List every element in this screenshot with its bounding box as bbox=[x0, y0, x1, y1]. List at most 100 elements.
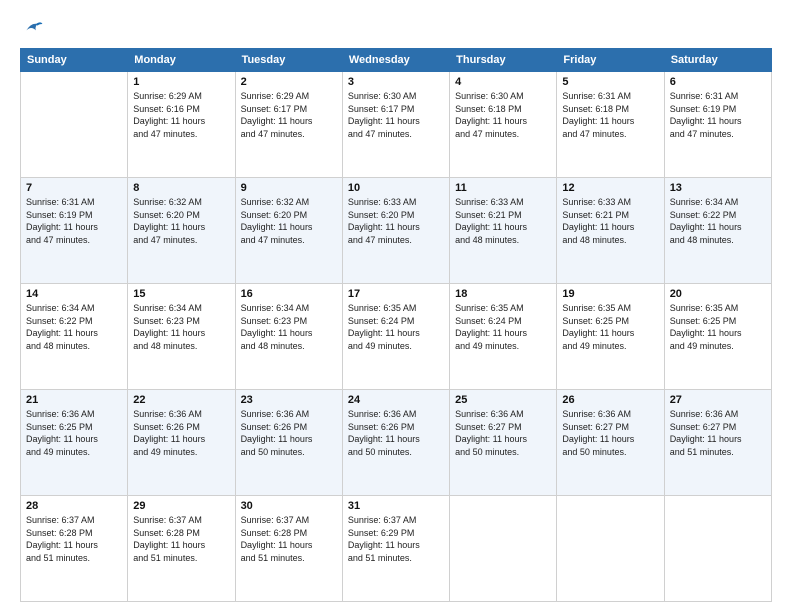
page-header bbox=[20, 16, 772, 40]
day-number-4: 4 bbox=[455, 76, 551, 88]
day-cell-8: 8 Sunrise: 6:32 AMSunset: 6:20 PMDaylight… bbox=[128, 178, 235, 284]
day-info-20: Sunrise: 6:35 AMSunset: 6:25 PMDaylight:… bbox=[670, 302, 766, 352]
logo-icon bbox=[20, 16, 44, 40]
day-number-17: 17 bbox=[348, 288, 444, 300]
day-info-17: Sunrise: 6:35 AMSunset: 6:24 PMDaylight:… bbox=[348, 302, 444, 352]
day-number-2: 2 bbox=[241, 76, 337, 88]
day-number-27: 27 bbox=[670, 394, 766, 406]
header-wednesday: Wednesday bbox=[342, 49, 449, 72]
day-info-18: Sunrise: 6:35 AMSunset: 6:24 PMDaylight:… bbox=[455, 302, 551, 352]
day-cell-27: 27 Sunrise: 6:36 AMSunset: 6:27 PMDayligh… bbox=[664, 390, 771, 496]
header-thursday: Thursday bbox=[450, 49, 557, 72]
day-cell-6: 6Sunrise: 6:31 AMSunset: 6:19 PMDaylight… bbox=[664, 72, 771, 178]
day-info-22: Sunrise: 6:36 AMSunset: 6:26 PMDaylight:… bbox=[133, 408, 229, 458]
calendar-header-row: SundayMondayTuesdayWednesdayThursdayFrid… bbox=[21, 49, 772, 72]
day-info-3: Sunrise: 6:30 AMSunset: 6:17 PMDaylight:… bbox=[348, 90, 444, 140]
week-row-5: 28 Sunrise: 6:37 AMSunset: 6:28 PMDayligh… bbox=[21, 496, 772, 602]
header-sunday: Sunday bbox=[21, 49, 128, 72]
day-cell-21: 21 Sunrise: 6:36 AMSunset: 6:25 PMDayligh… bbox=[21, 390, 128, 496]
day-number-31: 31 bbox=[348, 500, 444, 512]
day-cell-31: 31 Sunrise: 6:37 AMSunset: 6:29 PMDayligh… bbox=[342, 496, 449, 602]
day-number-20: 20 bbox=[670, 288, 766, 300]
day-number-7: 7 bbox=[26, 182, 122, 194]
day-info-11: Sunrise: 6:33 AMSunset: 6:21 PMDaylight:… bbox=[455, 196, 551, 246]
day-number-28: 28 bbox=[26, 500, 122, 512]
day-cell-22: 22 Sunrise: 6:36 AMSunset: 6:26 PMDayligh… bbox=[128, 390, 235, 496]
day-info-21: Sunrise: 6:36 AMSunset: 6:25 PMDaylight:… bbox=[26, 408, 122, 458]
day-number-6: 6 bbox=[670, 76, 766, 88]
day-cell-12: 12 Sunrise: 6:33 AMSunset: 6:21 PMDayligh… bbox=[557, 178, 664, 284]
day-cell-3: 3Sunrise: 6:30 AMSunset: 6:17 PMDaylight… bbox=[342, 72, 449, 178]
day-info-29: Sunrise: 6:37 AMSunset: 6:28 PMDaylight:… bbox=[133, 514, 229, 564]
day-info-14: Sunrise: 6:34 AMSunset: 6:22 PMDaylight:… bbox=[26, 302, 122, 352]
day-number-12: 12 bbox=[562, 182, 658, 194]
week-row-2: 7 Sunrise: 6:31 AMSunset: 6:19 PMDaylight… bbox=[21, 178, 772, 284]
day-number-22: 22 bbox=[133, 394, 229, 406]
day-number-18: 18 bbox=[455, 288, 551, 300]
day-cell-29: 29 Sunrise: 6:37 AMSunset: 6:28 PMDayligh… bbox=[128, 496, 235, 602]
day-cell-30: 30 Sunrise: 6:37 AMSunset: 6:28 PMDayligh… bbox=[235, 496, 342, 602]
day-cell-23: 23 Sunrise: 6:36 AMSunset: 6:26 PMDayligh… bbox=[235, 390, 342, 496]
day-cell-24: 24Sunrise: 6:36 AMSunset: 6:26 PMDayligh… bbox=[342, 390, 449, 496]
day-number-29: 29 bbox=[133, 500, 229, 512]
day-number-15: 15 bbox=[133, 288, 229, 300]
day-info-19: Sunrise: 6:35 AMSunset: 6:25 PMDaylight:… bbox=[562, 302, 658, 352]
day-cell-10: 10 Sunrise: 6:33 AMSunset: 6:20 PMDayligh… bbox=[342, 178, 449, 284]
day-info-12: Sunrise: 6:33 AMSunset: 6:21 PMDaylight:… bbox=[562, 196, 658, 246]
day-cell-20: 20 Sunrise: 6:35 AMSunset: 6:25 PMDayligh… bbox=[664, 284, 771, 390]
day-info-7: Sunrise: 6:31 AMSunset: 6:19 PMDaylight:… bbox=[26, 196, 122, 246]
day-info-23: Sunrise: 6:36 AMSunset: 6:26 PMDaylight:… bbox=[241, 408, 337, 458]
day-number-26: 26 bbox=[562, 394, 658, 406]
day-info-13: Sunrise: 6:34 AMSunset: 6:22 PMDaylight:… bbox=[670, 196, 766, 246]
day-cell-9: 9 Sunrise: 6:32 AMSunset: 6:20 PMDaylight… bbox=[235, 178, 342, 284]
day-cell-2: 2 Sunrise: 6:29 AMSunset: 6:17 PMDaylight… bbox=[235, 72, 342, 178]
day-info-4: Sunrise: 6:30 AMSunset: 6:18 PMDaylight:… bbox=[455, 90, 551, 140]
day-cell-11: 11 Sunrise: 6:33 AMSunset: 6:21 PMDayligh… bbox=[450, 178, 557, 284]
day-cell-28: 28 Sunrise: 6:37 AMSunset: 6:28 PMDayligh… bbox=[21, 496, 128, 602]
day-info-26: Sunrise: 6:36 AMSunset: 6:27 PMDaylight:… bbox=[562, 408, 658, 458]
header-monday: Monday bbox=[128, 49, 235, 72]
day-info-2: Sunrise: 6:29 AMSunset: 6:17 PMDaylight:… bbox=[241, 90, 337, 140]
day-info-10: Sunrise: 6:33 AMSunset: 6:20 PMDaylight:… bbox=[348, 196, 444, 246]
day-info-1: Sunrise: 6:29 AMSunset: 6:16 PMDaylight:… bbox=[133, 90, 229, 140]
day-number-21: 21 bbox=[26, 394, 122, 406]
day-info-31: Sunrise: 6:37 AMSunset: 6:29 PMDaylight:… bbox=[348, 514, 444, 564]
empty-cell bbox=[21, 72, 128, 178]
day-cell-16: 16 Sunrise: 6:34 AMSunset: 6:23 PMDayligh… bbox=[235, 284, 342, 390]
day-cell-5: 5Sunrise: 6:31 AMSunset: 6:18 PMDaylight… bbox=[557, 72, 664, 178]
day-cell-26: 26 Sunrise: 6:36 AMSunset: 6:27 PMDayligh… bbox=[557, 390, 664, 496]
day-number-10: 10 bbox=[348, 182, 444, 194]
day-number-13: 13 bbox=[670, 182, 766, 194]
calendar-table: SundayMondayTuesdayWednesdayThursdayFrid… bbox=[20, 48, 772, 602]
header-tuesday: Tuesday bbox=[235, 49, 342, 72]
empty-cell bbox=[557, 496, 664, 602]
day-info-30: Sunrise: 6:37 AMSunset: 6:28 PMDaylight:… bbox=[241, 514, 337, 564]
day-number-11: 11 bbox=[455, 182, 551, 194]
day-cell-4: 4 Sunrise: 6:30 AMSunset: 6:18 PMDaylight… bbox=[450, 72, 557, 178]
day-number-23: 23 bbox=[241, 394, 337, 406]
header-saturday: Saturday bbox=[664, 49, 771, 72]
day-number-24: 24 bbox=[348, 394, 444, 406]
day-number-16: 16 bbox=[241, 288, 337, 300]
day-number-19: 19 bbox=[562, 288, 658, 300]
empty-cell bbox=[664, 496, 771, 602]
day-info-15: Sunrise: 6:34 AMSunset: 6:23 PMDaylight:… bbox=[133, 302, 229, 352]
day-info-9: Sunrise: 6:32 AMSunset: 6:20 PMDaylight:… bbox=[241, 196, 337, 246]
day-info-28: Sunrise: 6:37 AMSunset: 6:28 PMDaylight:… bbox=[26, 514, 122, 564]
day-info-8: Sunrise: 6:32 AMSunset: 6:20 PMDaylight:… bbox=[133, 196, 229, 246]
day-cell-18: 18 Sunrise: 6:35 AMSunset: 6:24 PMDayligh… bbox=[450, 284, 557, 390]
week-row-1: 1Sunrise: 6:29 AMSunset: 6:16 PMDaylight… bbox=[21, 72, 772, 178]
day-info-16: Sunrise: 6:34 AMSunset: 6:23 PMDaylight:… bbox=[241, 302, 337, 352]
day-info-27: Sunrise: 6:36 AMSunset: 6:27 PMDaylight:… bbox=[670, 408, 766, 458]
day-cell-7: 7 Sunrise: 6:31 AMSunset: 6:19 PMDaylight… bbox=[21, 178, 128, 284]
day-cell-1: 1Sunrise: 6:29 AMSunset: 6:16 PMDaylight… bbox=[128, 72, 235, 178]
day-cell-13: 13 Sunrise: 6:34 AMSunset: 6:22 PMDayligh… bbox=[664, 178, 771, 284]
day-number-9: 9 bbox=[241, 182, 337, 194]
day-number-30: 30 bbox=[241, 500, 337, 512]
day-info-25: Sunrise: 6:36 AMSunset: 6:27 PMDaylight:… bbox=[455, 408, 551, 458]
day-cell-17: 17 Sunrise: 6:35 AMSunset: 6:24 PMDayligh… bbox=[342, 284, 449, 390]
day-number-14: 14 bbox=[26, 288, 122, 300]
empty-cell bbox=[450, 496, 557, 602]
day-number-8: 8 bbox=[133, 182, 229, 194]
day-info-5: Sunrise: 6:31 AMSunset: 6:18 PMDaylight:… bbox=[562, 90, 658, 140]
